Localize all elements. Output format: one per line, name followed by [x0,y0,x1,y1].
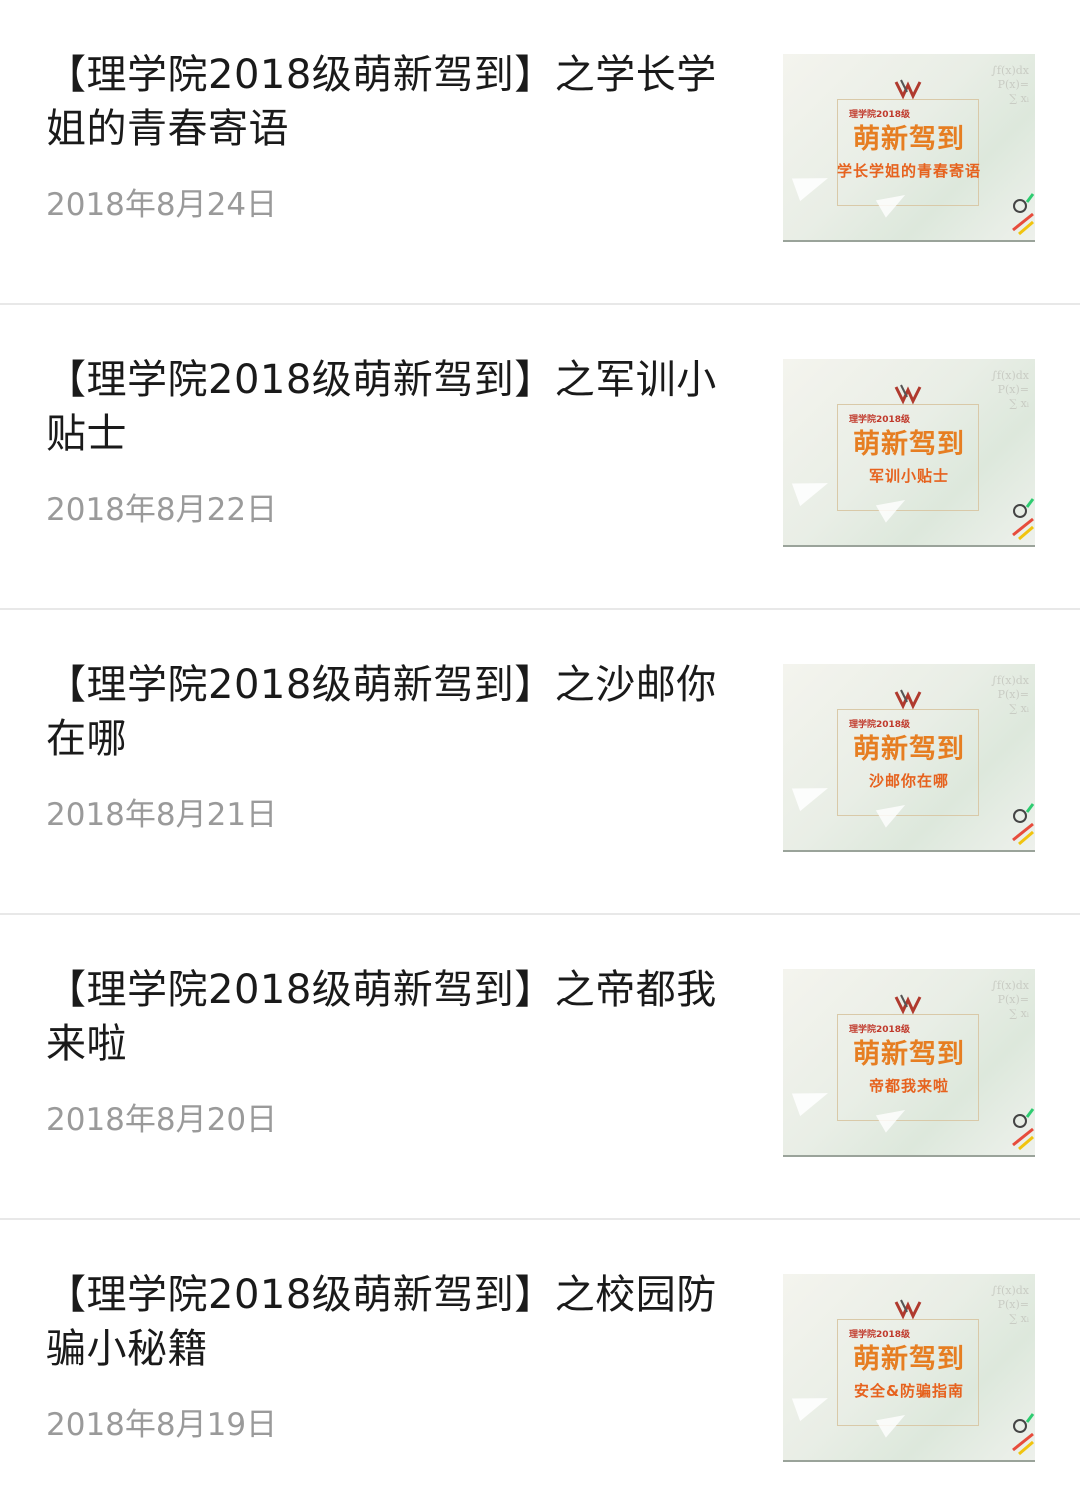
article-date: 2018年8月21日 [46,797,278,833]
college-logo-icon [894,79,922,100]
thumbnail-small-label: 理学院2018级 [849,1330,911,1340]
article-date: 2018年8月20日 [46,1102,278,1138]
thumbnail-headline: 萌新驾到 [853,124,965,155]
thumbnail-small-label: 理学院2018级 [849,1025,911,1035]
article-thumbnail[interactable]: ∫f(x)dx P(x)= ∑ xᵢ 理学院2018级 萌新驾到 安全&防骗指南 [783,1274,1035,1462]
thumbnail-headline: 萌新驾到 [853,429,965,460]
thumbnail-small-label: 理学院2018级 [849,720,911,730]
thumbnail-background-doodle: ∫f(x)dx P(x)= ∑ xᵢ [991,64,1029,105]
corner-decoration-icon [1012,498,1035,541]
thumbnail-headline: 萌新驾到 [853,734,965,765]
corner-decoration-icon [1012,1108,1035,1151]
college-logo-icon [894,994,922,1015]
thumbnail-headline: 萌新驾到 [853,1039,965,1070]
article-title[interactable]: 【理学院2018级萌新驾到】之学长学姐的青春寄语 [46,48,751,156]
article-item[interactable]: 【理学院2018级萌新驾到】之校园防骗小秘籍 2018年8月19日 ∫f(x)d… [0,1220,1080,1500]
thumbnail-background-doodle: ∫f(x)dx P(x)= ∑ xᵢ [991,1284,1029,1325]
college-logo-icon [894,689,922,710]
article-title[interactable]: 【理学院2018级萌新驾到】之沙邮你在哪 [46,658,751,766]
thumbnail-background-doodle: ∫f(x)dx P(x)= ∑ xᵢ [991,979,1029,1020]
college-logo-icon [894,384,922,405]
corner-decoration-icon [1012,1413,1035,1456]
corner-decoration-icon [1012,803,1035,846]
article-item[interactable]: 【理学院2018级萌新驾到】之学长学姐的青春寄语 2018年8月24日 ∫f(x… [0,0,1080,305]
thumbnail-small-label: 理学院2018级 [849,415,911,425]
article-title[interactable]: 【理学院2018级萌新驾到】之军训小贴士 [46,353,751,461]
article-thumbnail[interactable]: ∫f(x)dx P(x)= ∑ xᵢ 理学院2018级 萌新驾到 帝都我来啦 [783,969,1035,1157]
college-logo-icon [894,1299,922,1320]
article-item[interactable]: 【理学院2018级萌新驾到】之帝都我来啦 2018年8月20日 ∫f(x)dx P… [0,915,1080,1220]
article-thumbnail[interactable]: ∫f(x)dx P(x)= ∑ xᵢ 理学院2018级 萌新驾到 沙邮你在哪 [783,664,1035,852]
article-item[interactable]: 【理学院2018级萌新驾到】之沙邮你在哪 2018年8月21日 ∫f(x)dx P… [0,610,1080,915]
article-date: 2018年8月19日 [46,1407,278,1443]
article-title[interactable]: 【理学院2018级萌新驾到】之帝都我来啦 [46,963,751,1071]
thumbnail-background-doodle: ∫f(x)dx P(x)= ∑ xᵢ [991,369,1029,410]
thumbnail-small-label: 理学院2018级 [849,110,911,120]
article-thumbnail[interactable]: ∫f(x)dx P(x)= ∑ xᵢ 理学院2018级 萌新驾到 军训小贴士 [783,359,1035,547]
article-date: 2018年8月24日 [46,187,278,223]
thumbnail-background-doodle: ∫f(x)dx P(x)= ∑ xᵢ [991,674,1029,715]
corner-decoration-icon [1012,193,1035,236]
article-thumbnail[interactable]: ∫f(x)dx P(x)= ∑ xᵢ 理学院2018级 萌新驾到 学长学姐的青春寄语 [783,54,1035,242]
article-date: 2018年8月22日 [46,492,278,528]
thumbnail-headline: 萌新驾到 [853,1344,965,1375]
article-list: 【理学院2018级萌新驾到】之学长学姐的青春寄语 2018年8月24日 ∫f(x… [0,0,1080,1500]
article-item[interactable]: 【理学院2018级萌新驾到】之军训小贴士 2018年8月22日 ∫f(x)dx P… [0,305,1080,610]
article-title[interactable]: 【理学院2018级萌新驾到】之校园防骗小秘籍 [46,1268,751,1376]
